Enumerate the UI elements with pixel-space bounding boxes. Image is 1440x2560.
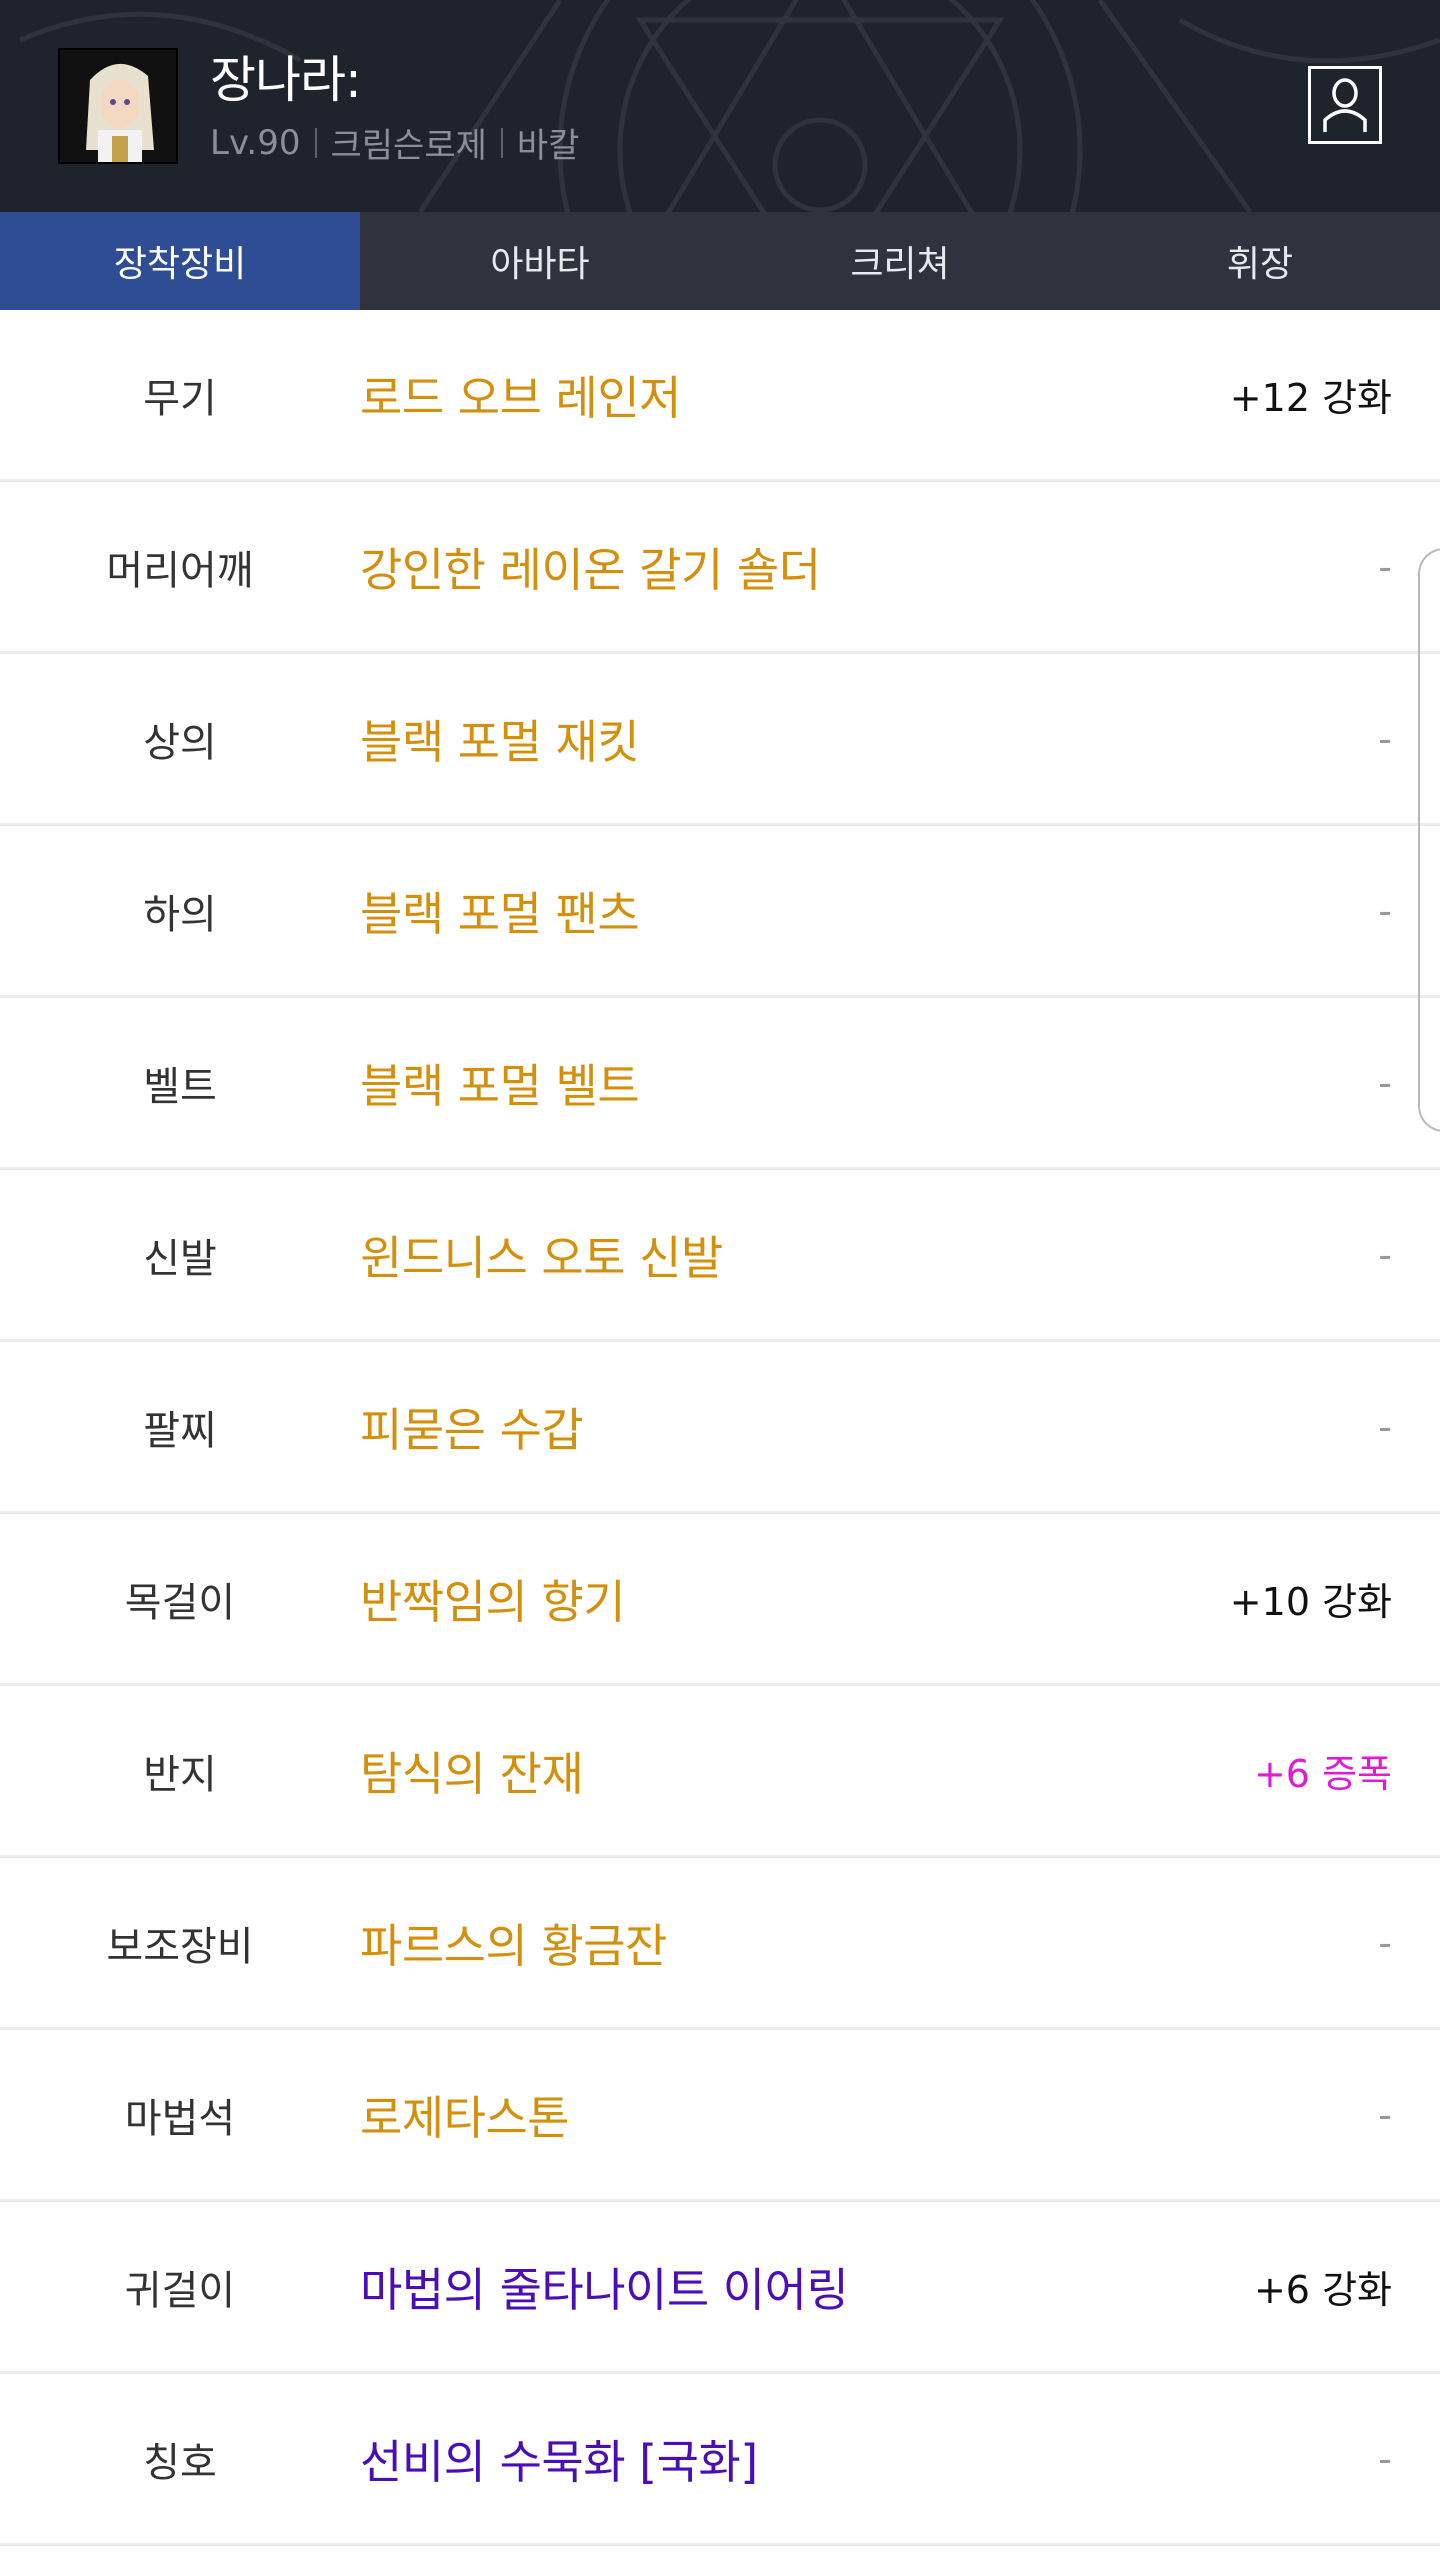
upgrade-status: - bbox=[1378, 544, 1392, 589]
profile-button[interactable] bbox=[1308, 66, 1382, 144]
upgrade-status: +12 강화 bbox=[1229, 376, 1392, 420]
slot-label: 목걸이 bbox=[124, 1579, 236, 1626]
character-header: 장나라: Lv.90 크림슨로제 바칼 bbox=[0, 0, 1440, 212]
slot-label: 무기 bbox=[143, 375, 217, 422]
slot-label: 귀걸이 bbox=[124, 2267, 236, 2314]
slot-label: 머리어깨 bbox=[106, 547, 254, 594]
person-icon bbox=[1323, 78, 1367, 132]
character-level: Lv.90 bbox=[210, 122, 301, 163]
character-portrait-icon bbox=[60, 50, 176, 162]
equipment-row-earring[interactable]: 귀걸이 마법의 줄타나이트 이어링 +6 강화 bbox=[0, 2202, 1440, 2374]
equipment-row-title[interactable]: 칭호 선비의 수묵화 [국화] - bbox=[0, 2374, 1440, 2546]
tab-insignia[interactable]: 휘장 bbox=[1080, 212, 1440, 310]
item-name[interactable]: 윈드니스 오토 신발 bbox=[360, 1222, 1440, 1288]
item-name[interactable]: 블랙 포멀 재킷 bbox=[360, 706, 1440, 772]
item-name[interactable]: 강인한 레이온 갈기 숄더 bbox=[360, 534, 1440, 600]
slot-label: 상의 bbox=[143, 719, 217, 766]
equipment-row-sub-equipment[interactable]: 보조장비 파르스의 황금잔 - bbox=[0, 1858, 1440, 2030]
character-avatar[interactable] bbox=[58, 48, 178, 164]
item-name[interactable]: 로제타스톤 bbox=[360, 2082, 1440, 2148]
slot-label: 하의 bbox=[143, 891, 217, 938]
item-name[interactable]: 블랙 포멀 벨트 bbox=[360, 1050, 1440, 1116]
slot-label: 칭호 bbox=[143, 2439, 217, 2486]
tab-creature[interactable]: 크리쳐 bbox=[720, 212, 1080, 310]
item-name[interactable]: 블랙 포멀 팬츠 bbox=[360, 878, 1440, 944]
item-name[interactable]: 피묻은 수갑 bbox=[360, 1394, 1440, 1460]
tab-avatar[interactable]: 아바타 bbox=[360, 212, 720, 310]
upgrade-status: - bbox=[1378, 716, 1392, 761]
equipment-row-ring[interactable]: 반지 탐식의 잔재 +6 증폭 bbox=[0, 1686, 1440, 1858]
tab-bar: 장착장비 아바타 크리쳐 휘장 bbox=[0, 212, 1440, 310]
upgrade-status: - bbox=[1378, 2092, 1392, 2137]
upgrade-status: - bbox=[1378, 1404, 1392, 1449]
upgrade-status: - bbox=[1378, 1060, 1392, 1105]
equipment-row-bracelet[interactable]: 팔찌 피묻은 수갑 - bbox=[0, 1342, 1440, 1514]
upgrade-status: +6 강화 bbox=[1253, 2268, 1392, 2312]
slot-label: 벨트 bbox=[143, 1063, 217, 1110]
divider bbox=[500, 127, 503, 158]
character-server: 바칼 bbox=[516, 126, 580, 166]
character-name: 장나라: bbox=[210, 51, 362, 109]
upgrade-status: - bbox=[1378, 1232, 1392, 1277]
upgrade-status: - bbox=[1378, 1920, 1392, 1965]
upgrade-status: - bbox=[1378, 2436, 1392, 2481]
slot-label: 신발 bbox=[143, 1235, 217, 1282]
slot-label: 보조장비 bbox=[106, 1923, 254, 1970]
upgrade-status: - bbox=[1378, 888, 1392, 933]
character-job: 크림슨로제 bbox=[330, 126, 487, 166]
equipment-row-bottom[interactable]: 하의 블랙 포멀 팬츠 - bbox=[0, 826, 1440, 998]
side-drawer-handle[interactable] bbox=[1418, 548, 1440, 1132]
character-info: Lv.90 크림슨로제 바칼 bbox=[210, 118, 579, 167]
equipment-row-belt[interactable]: 벨트 블랙 포멀 벨트 - bbox=[0, 998, 1440, 1170]
slot-label: 반지 bbox=[143, 1751, 217, 1798]
slot-label: 팔찌 bbox=[143, 1407, 217, 1454]
equipment-row-shoes[interactable]: 신발 윈드니스 오토 신발 - bbox=[0, 1170, 1440, 1342]
divider bbox=[314, 127, 317, 158]
equipment-row-weapon[interactable]: 무기 로드 오브 레인저 +12 강화 bbox=[0, 310, 1440, 482]
equipment-list: 무기 로드 오브 레인저 +12 강화 머리어깨 강인한 레이온 갈기 숄더 -… bbox=[0, 310, 1440, 2546]
equipment-row-necklace[interactable]: 목걸이 반짝임의 향기 +10 강화 bbox=[0, 1514, 1440, 1686]
item-name[interactable]: 선비의 수묵화 [국화] bbox=[360, 2426, 1440, 2492]
item-name[interactable]: 파르스의 황금잔 bbox=[360, 1910, 1440, 1976]
tab-equipment[interactable]: 장착장비 bbox=[0, 212, 360, 310]
upgrade-status: +6 증폭 bbox=[1253, 1752, 1392, 1796]
equipment-row-shoulder[interactable]: 머리어깨 강인한 레이온 갈기 숄더 - bbox=[0, 482, 1440, 654]
slot-label: 마법석 bbox=[124, 2095, 236, 2142]
equipment-row-top[interactable]: 상의 블랙 포멀 재킷 - bbox=[0, 654, 1440, 826]
upgrade-status: +10 강화 bbox=[1229, 1580, 1392, 1624]
equipment-row-magic-stone[interactable]: 마법석 로제타스톤 - bbox=[0, 2030, 1440, 2202]
